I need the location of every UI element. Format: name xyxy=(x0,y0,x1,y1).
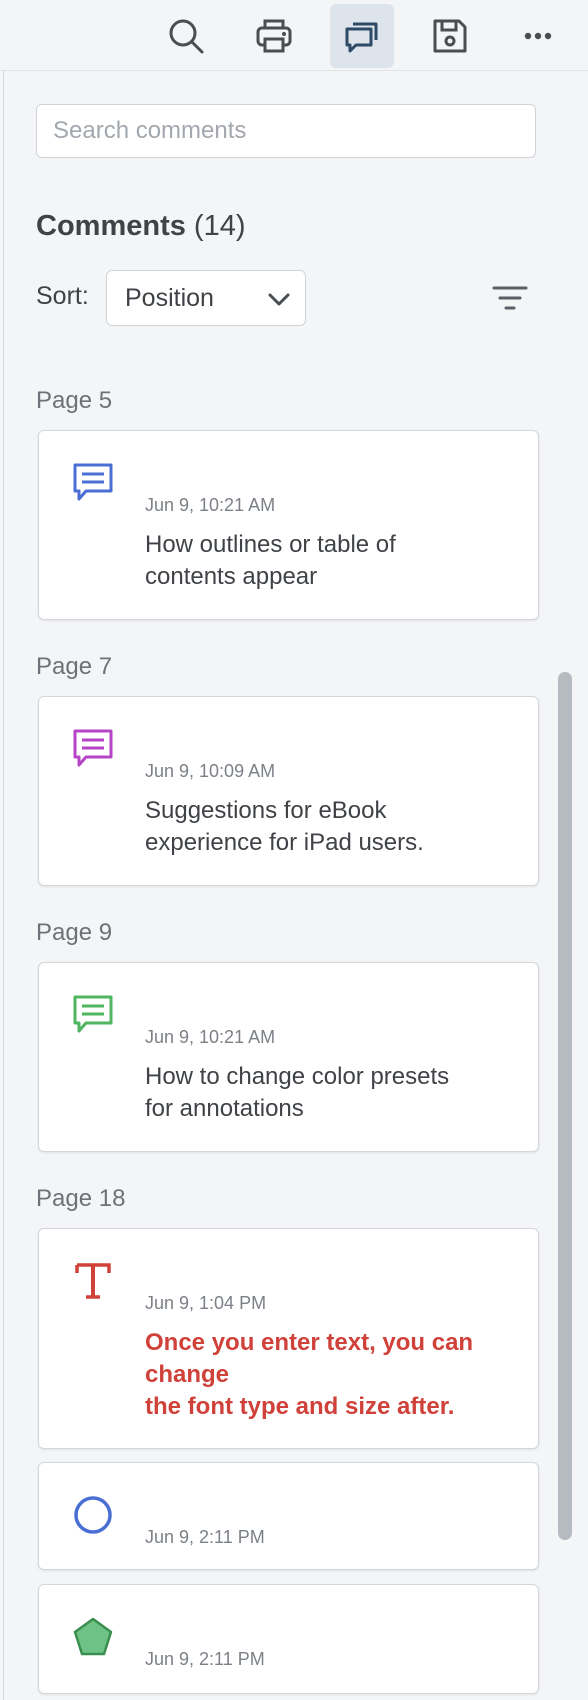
print-icon xyxy=(256,19,292,53)
comments-count: (14) xyxy=(193,210,246,242)
text-t-icon xyxy=(75,1263,111,1299)
comment-date: Jun 9, 1:04 PM xyxy=(145,1293,267,1313)
scrollbar-thumb[interactable] xyxy=(558,672,572,1540)
comment-date: Jun 9, 2:11 PM xyxy=(145,1649,265,1669)
page-label: Page 7 xyxy=(36,653,113,680)
comments-icon xyxy=(345,22,378,53)
comment-text: How to change color presets for annotati… xyxy=(145,1063,450,1122)
comment-date: Jun 9, 10:21 AM xyxy=(145,495,276,515)
comments-title: Comments xyxy=(36,210,186,242)
panel-border xyxy=(3,71,4,1700)
speech-bubble-icon xyxy=(73,463,113,501)
circle-icon xyxy=(74,1496,112,1534)
save-button[interactable] xyxy=(418,4,482,68)
comment-card[interactable]: Jun 9, 2:11 PM xyxy=(38,1584,539,1694)
comment-card[interactable]: Jun 9, 10:21 AM How to change color pres… xyxy=(38,962,539,1152)
page-label: Page 5 xyxy=(36,387,113,414)
page-label: Page 18 xyxy=(36,1185,126,1212)
comments-panel-button[interactable] xyxy=(330,4,394,68)
toolbar xyxy=(0,0,588,71)
save-icon xyxy=(433,19,467,53)
comment-card[interactable]: Jun 9, 2:11 PM xyxy=(38,1462,539,1570)
chevron-down-icon xyxy=(268,293,290,306)
search-button[interactable] xyxy=(154,4,218,68)
search-icon xyxy=(169,19,204,54)
more-options-button[interactable] xyxy=(506,4,570,68)
more-icon xyxy=(524,32,552,40)
comment-date: Jun 9, 2:11 PM xyxy=(145,1527,265,1547)
speech-bubble-icon xyxy=(73,995,113,1033)
comments-heading: Comments (14) xyxy=(36,210,246,243)
filter-icon[interactable] xyxy=(488,280,532,316)
search-comments-input[interactable] xyxy=(36,104,536,158)
comment-text: Suggestions for eBook experience for iPa… xyxy=(145,797,424,856)
sort-label: Sort: xyxy=(36,282,89,310)
comment-date: Jun 9, 10:09 AM xyxy=(145,761,276,781)
pentagon-icon xyxy=(73,1617,113,1656)
print-button[interactable] xyxy=(242,4,306,68)
comment-text: Once you enter text, you can change the … xyxy=(145,1329,474,1420)
page-label: Page 9 xyxy=(36,919,113,946)
sort-dropdown[interactable]: Position xyxy=(106,270,306,326)
comment-card[interactable]: Jun 9, 10:09 AM Suggestions for eBook ex… xyxy=(38,696,539,886)
speech-bubble-icon xyxy=(73,729,113,767)
comment-card[interactable]: Jun 9, 1:04 PM Once you enter text, you … xyxy=(38,1228,539,1449)
comment-date: Jun 9, 10:21 AM xyxy=(145,1027,276,1047)
sort-selected-value: Position xyxy=(125,283,214,312)
comment-text: How outlines or table of contents appear xyxy=(145,531,396,590)
comment-card[interactable]: Jun 9, 10:21 AM How outlines or table of… xyxy=(38,430,539,620)
